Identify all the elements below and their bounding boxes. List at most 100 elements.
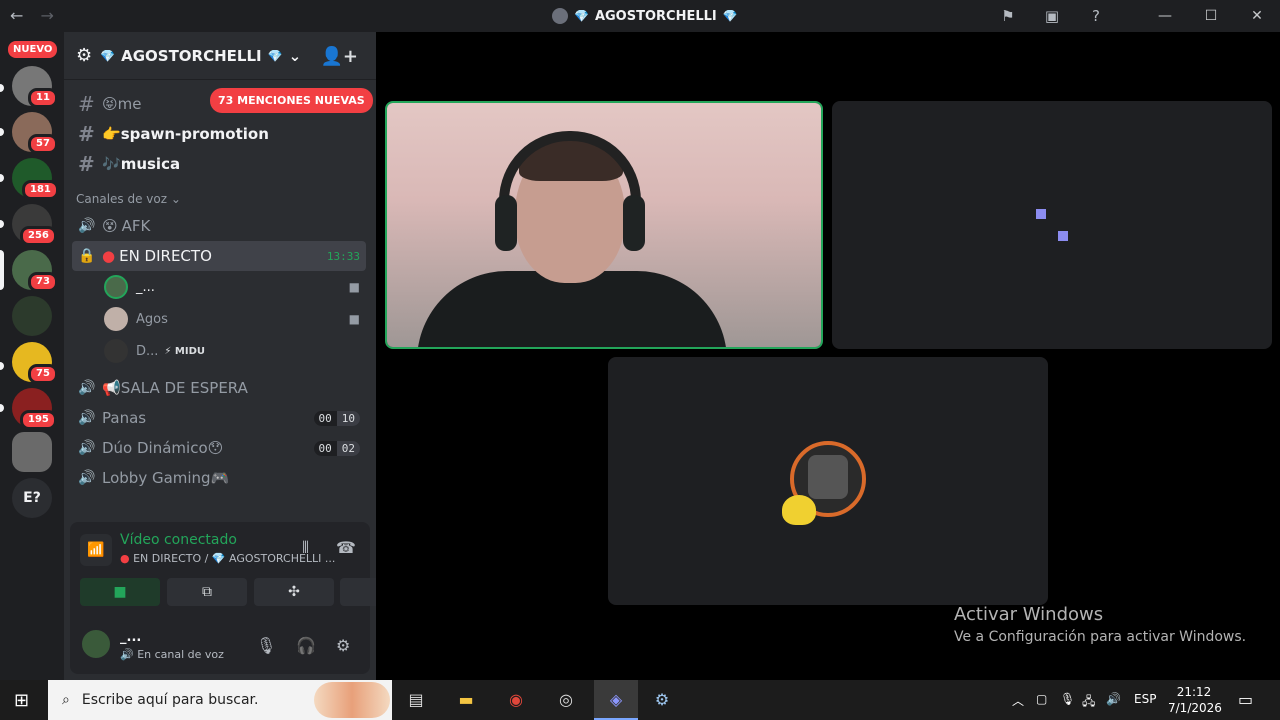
- inbox-icon[interactable]: ▣: [1030, 7, 1074, 25]
- video-camera-icon: ■: [348, 280, 360, 294]
- voice-channel-live[interactable]: 🔒 ● EN DIRECTO 13:33: [72, 241, 366, 271]
- gem-icon: 💎: [100, 48, 116, 63]
- close-button[interactable]: ✕: [1234, 8, 1280, 24]
- mention-badge: 73: [28, 272, 58, 292]
- search-placeholder: Escribe aquí para buscar.: [81, 692, 259, 708]
- channel-item[interactable]: # 👉 spawn-promotion: [72, 119, 366, 149]
- voice-member[interactable]: Agos ■: [104, 304, 366, 334]
- voice-category[interactable]: Canales de voz ⌄: [76, 192, 181, 206]
- mention-badge: 256: [20, 226, 57, 246]
- voice-channel-lobby[interactable]: 🔊 Lobby Gaming 🎮: [72, 463, 366, 493]
- taskbar-search[interactable]: ⌕ Escribe aquí para buscar.: [48, 680, 392, 720]
- flag-icon[interactable]: ⚑: [986, 7, 1030, 25]
- server-icon[interactable]: [12, 296, 52, 336]
- user-name[interactable]: _...: [120, 630, 141, 645]
- voice-channel-duo[interactable]: 🔊 Dúo Dinámico 😯 00 02: [72, 433, 366, 463]
- search-highlight-image: [314, 682, 390, 718]
- screen-share-button[interactable]: ⧉: [167, 578, 247, 606]
- task-view-icon[interactable]: ▤: [394, 680, 438, 720]
- avatar[interactable]: [80, 628, 112, 660]
- clock-time: 21:12: [1176, 685, 1212, 699]
- voice-member[interactable]: D... ⚡ MIDU: [104, 336, 366, 366]
- user-limit: 02: [336, 440, 360, 456]
- microphone-icon[interactable]: 🎙: [256, 636, 276, 655]
- explore-button[interactable]: E?: [12, 478, 52, 518]
- channel-emoji: 📢: [102, 379, 121, 397]
- invite-people-icon[interactable]: 👤+: [321, 46, 359, 67]
- video-tile-loading[interactable]: [832, 101, 1272, 349]
- steam-icon[interactable]: ⚙: [640, 680, 684, 720]
- unread-pill: [0, 404, 4, 412]
- connection-signal-icon[interactable]: 📶: [80, 534, 112, 566]
- speaker-icon: 🔊: [78, 410, 96, 426]
- maximize-button[interactable]: ☐: [1188, 8, 1234, 24]
- earcup-icon: [495, 195, 517, 251]
- member-name: Agos: [136, 311, 168, 327]
- guild-header[interactable]: ⚙ 💎 AGOSTORCHELLI 💎 ⌄ 👤+: [64, 32, 376, 80]
- noise-suppression-icon[interactable]: ⦀: [302, 538, 309, 558]
- activities-button[interactable]: ✣: [254, 578, 334, 606]
- file-explorer-icon[interactable]: ▬: [444, 680, 488, 720]
- hash-icon: #: [78, 152, 95, 176]
- unread-pill: [0, 128, 4, 136]
- voice-channel-afk[interactable]: 🔊 😵 AFK: [72, 211, 366, 241]
- avatar: [104, 275, 128, 299]
- video-tile-camera[interactable]: [385, 101, 823, 349]
- obs-icon[interactable]: ◎: [544, 680, 588, 720]
- network-icon[interactable]: 🖧: [1082, 692, 1095, 713]
- tray-chevron-up-icon[interactable]: ︿: [1012, 692, 1024, 709]
- history-nav: ← →: [10, 6, 66, 25]
- voice-channel-panas[interactable]: 🔊 Panas 00 10: [72, 403, 366, 433]
- taskbar-clock[interactable]: 21:12 7/1/2026: [1168, 684, 1222, 716]
- windows-start-icon[interactable]: ⊞: [14, 690, 29, 711]
- user-settings-gear-icon[interactable]: ⚙: [336, 636, 350, 655]
- disconnect-icon[interactable]: ☎: [336, 538, 356, 557]
- channel-emoji: 🎶: [102, 155, 121, 173]
- minimize-button[interactable]: —: [1142, 8, 1188, 24]
- tray-app-icon[interactable]: ▢: [1036, 692, 1047, 706]
- call-timer: 13:33: [326, 249, 360, 263]
- channel-label: EN DIRECTO: [119, 247, 212, 265]
- discord-icon[interactable]: ◈: [594, 680, 638, 720]
- unread-pill: [0, 362, 4, 370]
- channel-item[interactable]: # 🎶 musica: [72, 149, 366, 179]
- notifications-icon[interactable]: ▭: [1238, 690, 1253, 709]
- back-arrow-icon[interactable]: ←: [10, 6, 23, 25]
- chrome-icon[interactable]: ◉: [494, 680, 538, 720]
- voice-channel-waiting[interactable]: 🔊 📢 SALA DE ESPERA: [72, 373, 366, 403]
- tray-microphone-icon[interactable]: 🎙: [1060, 692, 1075, 706]
- channel-label: Dúo Dinámico: [102, 439, 208, 457]
- window-title: 💎 AGOSTORCHELLI 💎: [552, 8, 738, 24]
- hash-icon: #: [78, 122, 95, 146]
- settings-gear-icon[interactable]: ⚙: [76, 45, 92, 66]
- camera-feed: [387, 103, 821, 347]
- speaker-icon: 🔊: [78, 218, 96, 234]
- server-icon[interactable]: [12, 432, 52, 472]
- gem-icon: 💎: [267, 48, 283, 63]
- video-camera-icon: ■: [348, 312, 360, 326]
- clock-date: 7/1/2026: [1168, 701, 1222, 715]
- camera-button[interactable]: ■: [80, 578, 160, 606]
- headphones-icon[interactable]: 🎧: [296, 636, 316, 655]
- mention-badge: 11: [28, 88, 58, 108]
- voice-member[interactable]: _... ■: [104, 272, 366, 302]
- speaker-icon: 🔊: [78, 440, 96, 456]
- windows-taskbar: ⊞ ⌕ Escribe aquí para buscar. ▤ ▬ ◉ ◎ ◈ …: [0, 680, 1280, 720]
- video-tile-avatar[interactable]: [608, 357, 1048, 605]
- unread-pill: [0, 84, 4, 92]
- new-badge: NUEVO: [8, 41, 58, 58]
- new-mentions-pill[interactable]: 73 MENCIONES NUEVAS: [210, 88, 373, 113]
- live-dot-icon: ●: [102, 247, 116, 265]
- gem-icon: 💎: [574, 9, 589, 23]
- volume-icon[interactable]: 🔊: [1106, 692, 1121, 706]
- member-name: D...: [136, 343, 159, 359]
- member-tag: ⚡ MIDU: [164, 345, 206, 357]
- language-indicator[interactable]: ESP: [1134, 692, 1156, 706]
- user-limit-badge: 00 02: [313, 440, 360, 456]
- speaker-icon: 🔊: [78, 380, 96, 396]
- forward-arrow-icon[interactable]: →: [41, 6, 54, 25]
- server-rail: NUEVO 11 57 181 256 73 75 195 E?: [0, 32, 64, 680]
- help-icon[interactable]: ?: [1074, 7, 1118, 25]
- duck-decoration-icon: [782, 495, 816, 525]
- chevron-down-icon[interactable]: ⌄: [289, 47, 302, 65]
